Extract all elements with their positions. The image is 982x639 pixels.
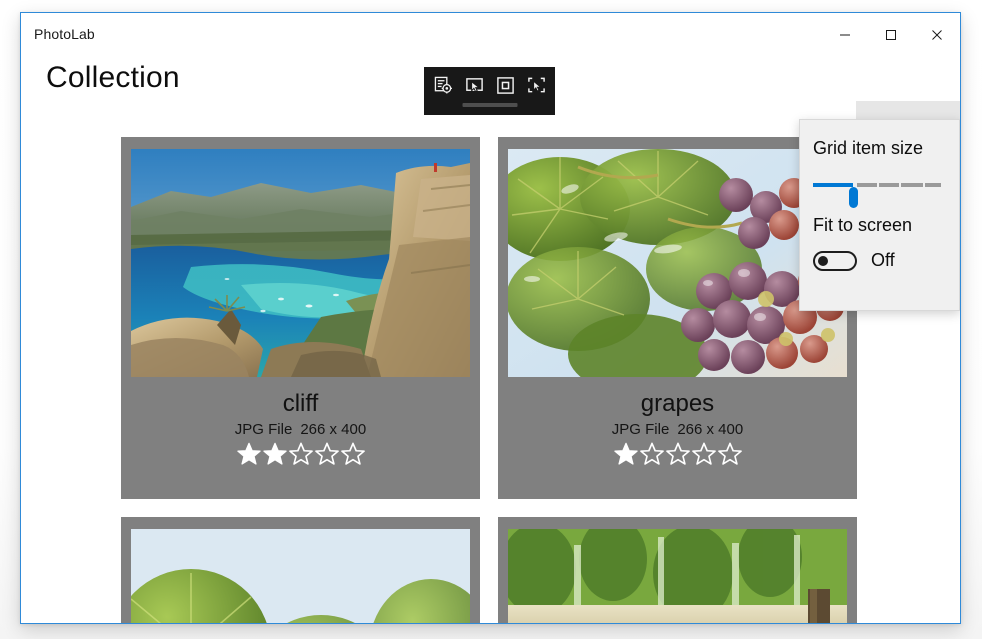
grid-item-size-value: 28 <box>813 173 814 174</box>
close-icon <box>932 30 942 40</box>
photo-thumbnail <box>508 529 847 623</box>
maximize-icon <box>886 30 896 40</box>
rating-stars[interactable] <box>613 441 743 467</box>
minimize-icon <box>840 34 850 36</box>
fit-to-screen-label: Fit to screen <box>813 215 913 235</box>
star-filled-icon[interactable] <box>262 441 288 467</box>
photo-dimensions: 266 x 400 <box>677 421 744 439</box>
star-empty-icon[interactable] <box>288 441 314 467</box>
fit-to-screen-state: Off <box>871 250 895 270</box>
photo-card-partial-autumn[interactable] <box>498 517 857 623</box>
zoom-flyout[interactable]: Grid item size 28 Fit to screen Off <box>799 119 960 311</box>
toolbar-drag-handle[interactable] <box>462 103 517 107</box>
app-window: PhotoLab Collection cliff JPG File 266 x… <box>20 12 961 624</box>
slider-thumb[interactable] <box>849 187 858 208</box>
page-title: Collection <box>46 61 180 94</box>
rating-stars[interactable] <box>236 441 366 467</box>
highlight-box-icon <box>496 76 514 94</box>
toggle-knob <box>818 255 828 266</box>
inspection-toolbar[interactable] <box>424 67 555 115</box>
maximize-button[interactable] <box>868 13 914 57</box>
slider-track-fill <box>813 183 853 187</box>
photo-dimensions: 266 x 400 <box>300 421 367 439</box>
pick-element-button[interactable] <box>525 74 547 96</box>
slider-tick <box>877 183 879 187</box>
coastal-cliff-bay-photo-icon <box>131 149 470 377</box>
fit-to-screen-toggle[interactable] <box>813 250 857 271</box>
inspect-settings-button[interactable] <box>432 74 454 96</box>
star-empty-icon[interactable] <box>665 441 691 467</box>
inspect-settings-icon <box>434 76 452 93</box>
slider-tick <box>923 183 925 187</box>
autumn-forest-path-photo-icon <box>508 529 847 623</box>
photo-name: cliff <box>282 390 319 417</box>
grid-item-size-slider[interactable]: 28 <box>813 173 941 208</box>
photo-file-type: JPG File <box>611 421 670 439</box>
close-button[interactable] <box>914 13 960 57</box>
screen: PhotoLab Collection cliff JPG File 266 x… <box>0 0 982 639</box>
page-header: Collection <box>21 57 960 163</box>
star-empty-icon[interactable] <box>314 441 340 467</box>
green-leaves-photo-icon <box>131 529 470 623</box>
window-controls <box>822 13 960 57</box>
pick-element-icon <box>527 77 545 92</box>
slider-tick <box>899 183 901 187</box>
photo-thumbnail <box>131 529 470 623</box>
star-empty-icon[interactable] <box>340 441 366 467</box>
inspection-toolbar-icons <box>432 74 547 96</box>
photo-file-type: JPG File <box>234 421 293 439</box>
fit-to-screen-row: Off <box>813 250 959 271</box>
photo-thumbnail <box>131 149 470 377</box>
minimize-button[interactable] <box>822 13 868 57</box>
star-filled-icon[interactable] <box>613 441 639 467</box>
photo-card-partial-leaves[interactable] <box>121 517 480 623</box>
photo-thumbnail <box>508 149 847 377</box>
highlight-box-button[interactable] <box>494 74 516 96</box>
star-empty-icon[interactable] <box>717 441 743 467</box>
photo-meta: JPG File 266 x 400 <box>612 421 743 438</box>
star-empty-icon[interactable] <box>639 441 665 467</box>
select-element-icon <box>465 77 483 92</box>
photo-card-cliff[interactable]: cliff JPG File 266 x 400 <box>121 137 480 499</box>
grapes-on-vine-photo-icon <box>508 149 847 377</box>
star-empty-icon[interactable] <box>691 441 717 467</box>
select-element-button[interactable] <box>463 74 485 96</box>
grid-item-size-label: Grid item size <box>813 138 924 158</box>
photo-name: grapes <box>640 390 715 417</box>
app-title: PhotoLab <box>34 26 95 42</box>
title-bar[interactable]: PhotoLab <box>21 13 960 57</box>
photo-meta: JPG File 266 x 400 <box>235 421 366 438</box>
star-filled-icon[interactable] <box>236 441 262 467</box>
